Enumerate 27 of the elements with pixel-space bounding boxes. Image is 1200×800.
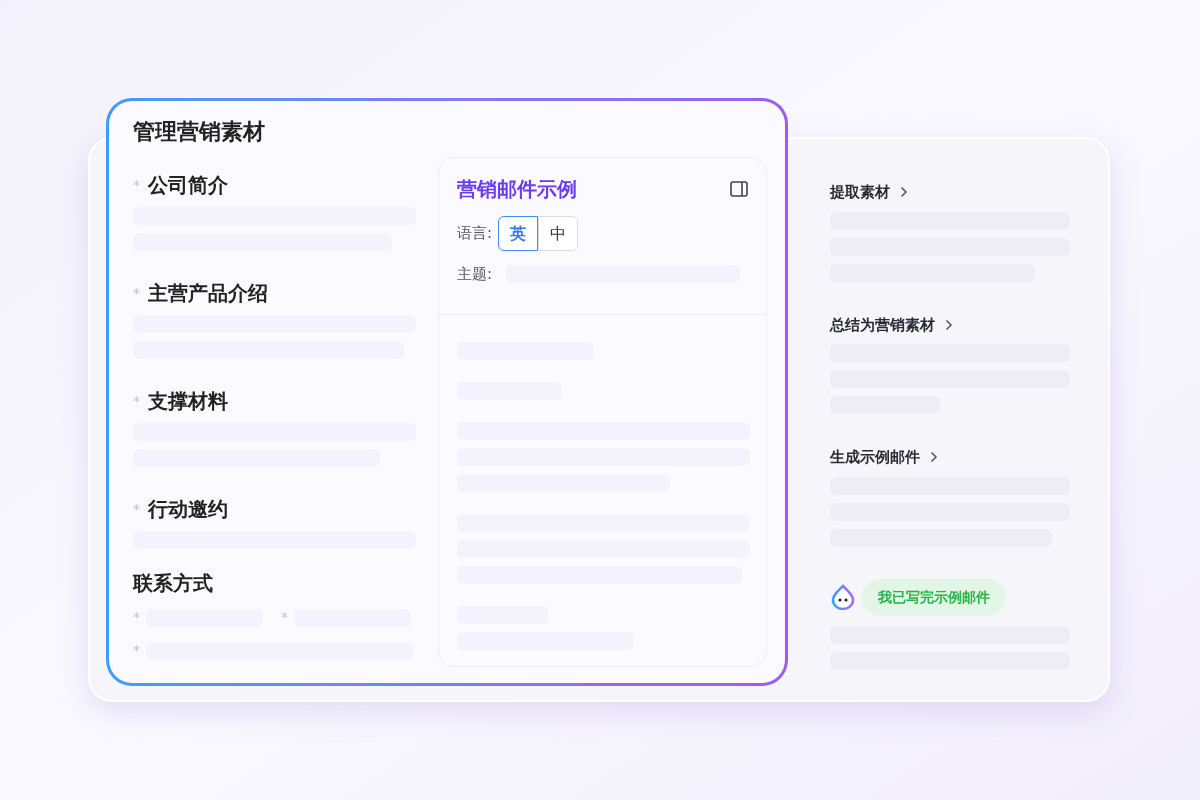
field-label: 主营产品介绍 <box>148 280 268 307</box>
editor-title: 管理营销素材 <box>133 118 266 146</box>
field-label: 公司简介 <box>148 172 228 199</box>
asterisk-label: * <box>133 608 140 627</box>
language-option[interactable]: 英 <box>498 216 539 251</box>
asterisk-label: * <box>281 608 288 627</box>
subject-label: 主题: <box>457 264 493 285</box>
field-label: 支撑材料 <box>148 388 228 415</box>
step-title: 生成示例邮件 <box>830 447 920 468</box>
chevron-right-icon <box>930 451 938 464</box>
asterisk-label: * <box>133 391 140 411</box>
asterisk-label: * <box>133 641 140 660</box>
asterisk-label: * <box>133 283 140 303</box>
language-option[interactable]: 中 <box>538 216 579 251</box>
contact-label: 联系方式 <box>133 570 214 597</box>
asterisk-label: * <box>133 175 140 195</box>
sidebar-toggle-icon[interactable] <box>730 181 748 197</box>
asterisk-label: * <box>133 499 140 519</box>
field-label: 行动邀约 <box>148 496 228 523</box>
mascot-icon <box>830 584 856 610</box>
step-title: 总结为营销素材 <box>830 314 935 336</box>
message-chip: 我已写完示例邮件 <box>862 578 1006 616</box>
panel-title: 营销邮件示例 <box>457 176 577 203</box>
step-title: 提取素材 <box>830 182 890 203</box>
chevron-right-icon <box>900 186 908 199</box>
language-label: 语言: <box>457 223 493 245</box>
chevron-right-icon <box>945 318 953 331</box>
